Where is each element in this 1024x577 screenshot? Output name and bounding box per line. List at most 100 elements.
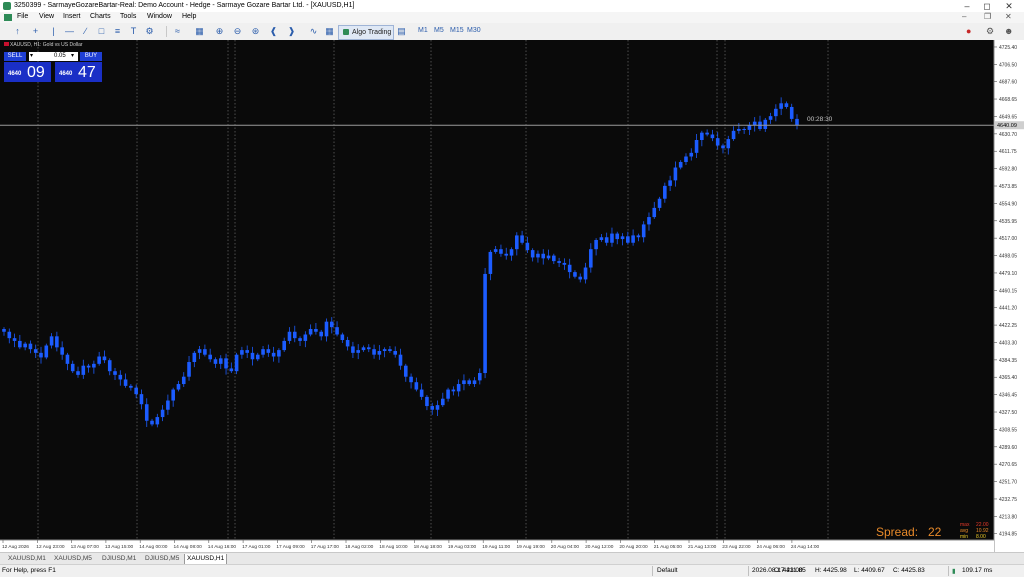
candle-body [271,352,276,357]
time-tick-label: 24 Aug 14:00 [791,544,820,550]
vertical-line-icon[interactable]: | [48,26,59,37]
candle-body [351,346,355,353]
candle-body [657,198,662,208]
menu-window[interactable]: Window [147,13,172,20]
price-tick-label: 4441.20 [999,306,1017,312]
menu-view[interactable]: View [39,13,54,20]
trendline-icon[interactable]: ∕ [80,26,91,37]
candle-body [493,249,498,252]
fibonacci-icon[interactable]: ≡ [112,26,123,37]
candle-body [541,253,546,259]
notification-icon[interactable]: ● [966,26,971,36]
close-icon[interactable]: ✕ [996,0,1022,12]
crosshair-icon[interactable]: + [30,26,41,37]
status-open: O: 4411.85 [774,567,806,574]
price-chart[interactable]: 4725.40 4706.50 4687.60 4668.65 4649.65 4630.… [0,40,1024,552]
user-account-icon[interactable]: ☻ [1004,26,1013,36]
lot-increase-icon[interactable]: ▾ [71,52,74,61]
lot-decrease-icon[interactable]: ▾ [30,52,33,61]
zoom-out-icon[interactable]: ⊖ [232,26,243,37]
new-order-icon[interactable]: ▤ [396,26,407,37]
timeframe-m30[interactable]: M30 [467,27,481,34]
timeframe-m5[interactable]: M5 [434,27,444,34]
toolbar: ↑ + | — ∕ □ ≡ T ⚙ ≈ ▦ ⊕ ⊖ ⊛ ❰ ❱ ∿ ▦ Algo… [0,23,1024,41]
text-tool-icon[interactable]: T [128,26,139,37]
candle-body [224,358,228,369]
algo-trading-button[interactable]: Algo Trading [338,25,394,40]
timeframe-m15[interactable]: M15 [450,27,464,34]
child-close-icon[interactable]: ✕ [1005,12,1012,21]
candle-body [536,253,540,258]
price-tick-label: 4706.50 [999,62,1017,68]
status-high: H: 4425.98 [815,567,847,574]
tab-xauusd-m1[interactable]: XAUUSD,M1 [6,554,48,564]
tab-xauusd-m5[interactable]: XAUUSD,M5 [52,554,94,564]
chart-shift-icon[interactable]: ❱ [286,26,297,37]
zoom-in-icon[interactable]: ⊕ [214,26,225,37]
templates-icon[interactable]: ▦ [324,26,335,37]
timeframe-m1[interactable]: M1 [418,27,428,34]
cursor-icon[interactable]: ↑ [12,26,23,37]
candle-body [414,382,419,390]
time-tick-label: 20 Aug 04:00 [551,544,580,550]
settings-icon[interactable]: ⚙ [986,26,994,37]
time-tick-label: 19 Aug 11:00 [482,544,510,550]
window-title: 3250399 - SarmayeGozareBartar-Real: Demo… [14,2,355,9]
candle-body [589,249,593,268]
zoom-reset-icon[interactable]: ⊛ [250,26,261,37]
candle-body [652,207,657,218]
shapes-icon[interactable]: □ [96,26,107,37]
app-menu-icon[interactable] [4,14,12,21]
status-low: L: 4409.67 [854,567,885,574]
candle-body [314,328,318,332]
candle-body [155,417,160,425]
candle-body [171,389,175,401]
menu-help[interactable]: Help [182,13,196,20]
time-axis[interactable]: 12 Aug 2026 12 Aug 23:00 13 Aug 07:00 13 Au… [0,539,994,552]
grid-icon[interactable]: ▦ [194,26,205,37]
chart-type-icon[interactable]: ≈ [172,26,183,37]
chart-area[interactable]: 4725.40 4706.50 4687.60 4668.65 4649.65 4630.… [0,40,1024,552]
time-tick-label: 12 Aug 23:00 [36,544,65,550]
candle-body [478,373,482,381]
candle-body [668,180,672,186]
child-restore-icon[interactable]: ❐ [984,12,991,21]
menu-file[interactable]: File [17,13,28,20]
menu-insert[interactable]: Insert [63,13,81,20]
menu-charts[interactable]: Charts [90,13,111,20]
candle-body [398,354,403,366]
sell-price-pips: 09 [27,64,45,81]
candle-body [472,380,477,385]
candle-body [308,328,313,335]
buy-price[interactable]: 4640 47 [55,62,102,82]
sell-button[interactable]: SELL [4,52,26,61]
price-axis[interactable]: 4725.40 4706.50 4687.60 4668.65 4649.65 4630.… [993,40,1024,552]
price-tick-label: 4725.40 [999,45,1017,51]
indicators-icon[interactable]: ∿ [308,26,319,37]
tab-djiusd-m1[interactable]: DJIUSD,M1 [100,554,138,564]
horizontal-line-icon[interactable]: — [64,26,75,37]
time-tick-label: 20 Aug 20:00 [619,544,648,550]
autoscroll-icon[interactable]: ❰ [268,26,279,37]
candle-body [187,362,191,377]
objects-icon[interactable]: ⚙ [144,26,155,37]
time-tick-label: 12 Aug 2026 [2,544,29,550]
buy-button[interactable]: BUY [80,52,102,61]
candle-body [578,276,583,280]
lot-size-field[interactable]: ▾ 0.05 ▾ [29,52,78,61]
price-tick-label: 4384.35 [999,358,1017,364]
menu-tools[interactable]: Tools [120,13,136,20]
candle-body [462,380,466,385]
profile-name[interactable]: Default [657,567,678,574]
time-tick-label: 17 Aug 17:00 [311,544,340,550]
sell-price[interactable]: 4640 09 [4,62,51,82]
candle-body [520,235,524,243]
candle-body [292,331,297,339]
child-minimize-icon[interactable]: – [962,12,966,21]
candle-body [356,350,361,353]
tab-djiusd-m5[interactable]: DJIUSD,M5 [143,554,181,564]
candle-body [451,389,456,392]
candle-body [446,389,450,399]
candle-body [499,249,503,254]
candle-body [515,235,519,250]
